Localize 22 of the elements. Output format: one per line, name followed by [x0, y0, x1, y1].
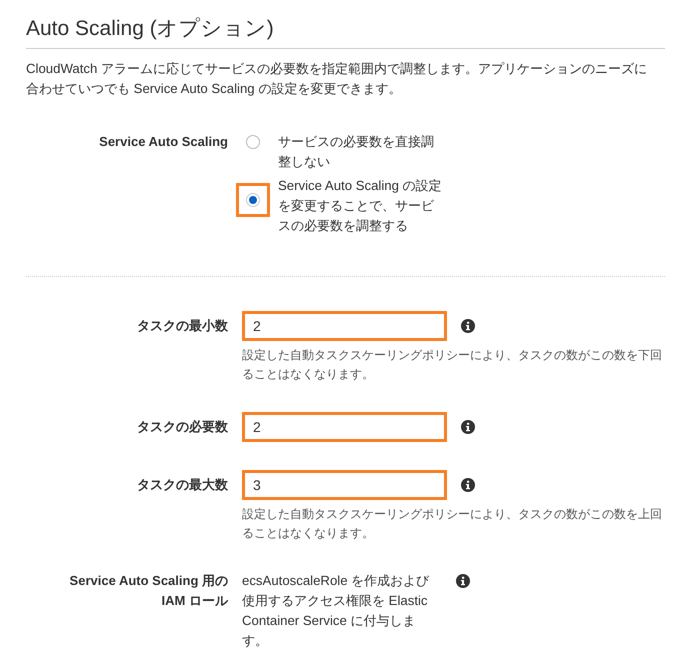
help-text: 設定した自動タスクスケーリングポリシーにより、タスクの数がこの数を下回ることはなくなります。 — [242, 347, 662, 383]
radio-label[interactable]: Service Auto Scaling の設定を変更することで、サービスの必要数を調整する — [278, 176, 446, 236]
info-icon[interactable] — [461, 478, 475, 492]
help-text: 設定した自動タスクスケーリングポリシーにより、タスクの数がこの数を上回ることはなくなります。 — [242, 506, 662, 542]
input-field[interactable]: 2 — [242, 311, 447, 341]
field-label: Service Auto Scaling 用の — [68, 572, 228, 590]
radio-button[interactable] — [246, 135, 260, 149]
role-description: ecsAutoscaleRole を作成および使用するアクセス権限を Elastic Container Service に付与します。 — [242, 572, 430, 650]
info-icon[interactable] — [461, 420, 475, 434]
info-icon[interactable] — [461, 319, 475, 333]
field-label: Service Auto Scaling — [98, 133, 228, 151]
field-label: タスクの必要数 — [136, 418, 228, 436]
field-label: タスクの最大数 — [136, 476, 228, 494]
section-description: CloudWatch アラームに応じてサービスの必要数を指定範囲内で調整します。アプリケーションのニーズに合わせていつでも Service Auto Scaling の設定を変更できます。 — [26, 60, 648, 98]
field-label: タスクの最小数 — [136, 317, 228, 335]
radio-label[interactable]: サービスの必要数を直接調整しない — [278, 132, 446, 172]
field-label: IAM ロール — [160, 592, 228, 610]
section-title: Auto Scaling (オプション) — [26, 14, 665, 49]
info-icon[interactable] — [456, 574, 470, 588]
radio-button[interactable] — [246, 193, 260, 207]
input-field[interactable]: 3 — [242, 470, 447, 500]
input-field[interactable]: 2 — [242, 412, 447, 442]
